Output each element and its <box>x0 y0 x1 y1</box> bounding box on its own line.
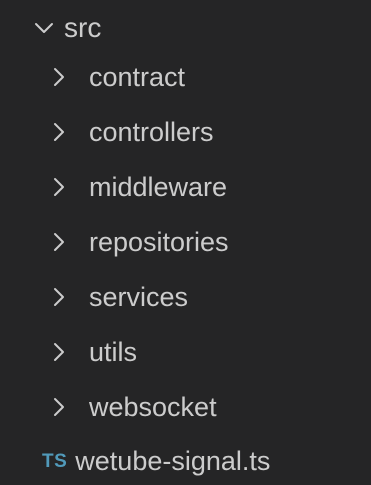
typescript-file-icon: TS <box>42 450 68 472</box>
folder-label: middleware <box>89 171 228 202</box>
chevron-right-icon <box>45 118 73 146</box>
folder-label: services <box>89 281 189 312</box>
tree-folder-controllers[interactable]: controllers <box>0 105 371 159</box>
chevron-right-icon <box>45 393 73 421</box>
tree-folder-services[interactable]: services <box>0 270 371 324</box>
folder-label: repositories <box>89 226 229 257</box>
chevron-right-icon <box>45 63 73 91</box>
tree-folder-websocket[interactable]: websocket <box>0 380 371 434</box>
tree-folder-contract[interactable]: contract <box>0 50 371 104</box>
folder-label: utils <box>89 336 138 367</box>
chevron-right-icon <box>45 228 73 256</box>
folder-label: contract <box>89 61 186 92</box>
folder-label: src <box>64 12 102 43</box>
tree-folder-repositories[interactable]: repositories <box>0 215 371 269</box>
tree-file-wetube-signal[interactable]: TS wetube-signal.ts <box>0 434 371 485</box>
chevron-right-icon <box>45 338 73 366</box>
chevron-down-icon <box>30 14 58 42</box>
file-label: wetube-signal.ts <box>75 445 271 476</box>
tree-folder-middleware[interactable]: middleware <box>0 160 371 214</box>
tree-folder-utils[interactable]: utils <box>0 325 371 379</box>
chevron-right-icon <box>45 283 73 311</box>
chevron-right-icon <box>45 173 73 201</box>
file-explorer-tree: src contract controllers middleware repo… <box>0 0 371 485</box>
folder-label: websocket <box>89 391 217 422</box>
tree-folder-src[interactable]: src <box>0 0 371 56</box>
folder-label: controllers <box>89 116 214 147</box>
